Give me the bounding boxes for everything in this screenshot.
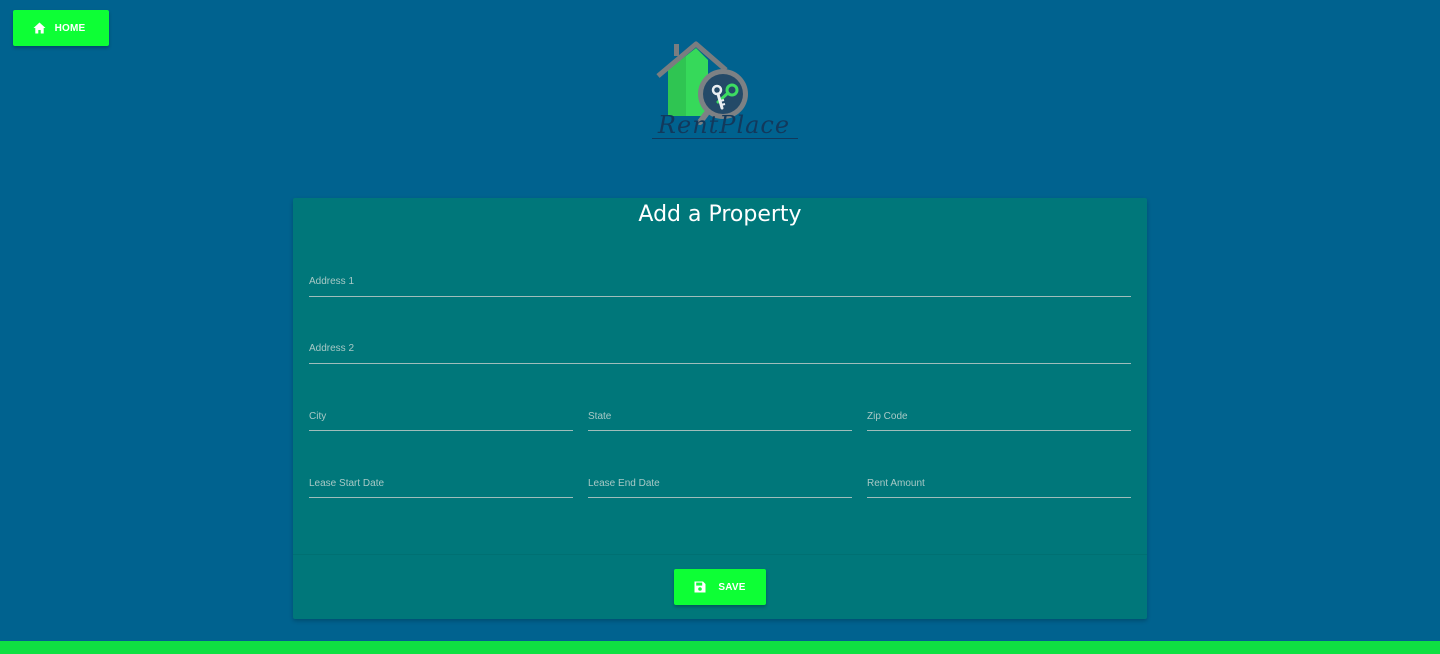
- rentplace-logo: RentPlace: [648, 38, 800, 142]
- add-property-card: Add a Property Address 1 Address 2 City …: [293, 198, 1147, 619]
- lease-start-date-underline: [309, 497, 573, 498]
- address1-underline: [309, 296, 1131, 297]
- state-label: State: [588, 411, 612, 422]
- page-title: Add a Property: [638, 202, 802, 227]
- page: HOME RentPlace Add a Property Address 1 …: [0, 0, 1440, 654]
- home-button-label: HOME: [54, 22, 86, 34]
- lease-end-date-field[interactable]: Lease End Date: [588, 468, 852, 498]
- zip-code-underline: [867, 430, 1131, 431]
- rent-amount-label: Rent Amount: [867, 478, 925, 489]
- home-button[interactable]: HOME: [13, 10, 109, 46]
- rent-amount-underline: [867, 497, 1131, 498]
- address2-field[interactable]: Address 2: [309, 333, 1131, 364]
- zip-code-field[interactable]: Zip Code: [867, 400, 1131, 431]
- logo-underline: [652, 138, 798, 139]
- logo-text: RentPlace: [657, 111, 791, 139]
- save-button-label: SAVE: [718, 581, 746, 593]
- card-actions-divider: [293, 554, 1147, 555]
- state-field[interactable]: State: [588, 400, 852, 431]
- zip-code-label: Zip Code: [867, 411, 908, 422]
- address1-field[interactable]: Address 1: [309, 266, 1131, 297]
- city-label: City: [309, 411, 327, 422]
- address2-label: Address 2: [309, 343, 355, 354]
- address2-underline: [309, 363, 1131, 364]
- address1-label: Address 1: [309, 276, 355, 287]
- home-icon: [33, 22, 46, 34]
- lease-end-date-underline: [588, 497, 852, 498]
- lease-start-date-field[interactable]: Lease Start Date: [309, 468, 573, 498]
- floppy-disk-icon: [694, 581, 706, 593]
- footer-bar: [0, 641, 1440, 654]
- city-underline: [309, 430, 573, 431]
- lease-end-date-label: Lease End Date: [588, 478, 660, 489]
- city-field[interactable]: City: [309, 400, 573, 431]
- rent-amount-field[interactable]: Rent Amount: [867, 468, 1131, 498]
- save-button[interactable]: SAVE: [674, 569, 766, 605]
- lease-start-date-label: Lease Start Date: [309, 478, 385, 489]
- state-underline: [588, 430, 852, 431]
